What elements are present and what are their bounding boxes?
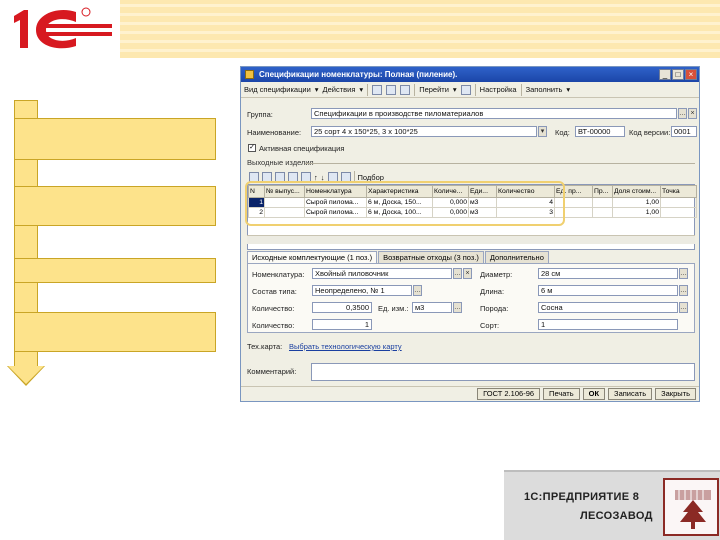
specification-window: Спецификации номенклатуры: Полная (пилен… — [240, 66, 700, 402]
nomenclature-field[interactable]: Хвойный пиловочник — [312, 268, 452, 279]
quantity-field[interactable]: 0,3500 — [312, 302, 372, 313]
length-field[interactable]: 6 м — [538, 285, 678, 296]
table-scrollbar[interactable] — [247, 235, 695, 244]
window-title: Спецификации номенклатуры: Полная (пилен… — [259, 70, 458, 79]
group-label: Группа: — [247, 110, 273, 119]
composition-label: Состав типа: — [252, 287, 297, 296]
sawmill-emblem-icon — [663, 478, 719, 536]
print-button[interactable]: Печать — [543, 388, 580, 400]
maximize-button[interactable]: □ — [672, 69, 684, 80]
nomenclature-select-button[interactable]: … — [453, 268, 462, 279]
unit-field[interactable]: м3 — [412, 302, 452, 313]
composition-field[interactable]: Неопределено, № 1 — [312, 285, 412, 296]
excel-icon[interactable] — [386, 84, 397, 95]
comment-field[interactable] — [311, 363, 695, 381]
process-step-1 — [14, 118, 216, 160]
diameter-select-button[interactable]: … — [679, 268, 688, 279]
quantity-label: Количество: — [252, 304, 295, 313]
close-button[interactable]: Закрыть — [655, 388, 696, 400]
column-header[interactable]: Пр... — [592, 185, 613, 198]
ok-button[interactable]: ОК — [582, 388, 606, 400]
group-select-button[interactable]: … — [678, 108, 687, 119]
gost-button[interactable]: ГОСТ 2.106-96 — [477, 388, 541, 400]
diameter-field[interactable]: 28 см — [538, 268, 678, 279]
length-label: Длина: — [480, 287, 505, 296]
minimize-button[interactable]: _ — [659, 69, 671, 80]
active-spec-checkbox[interactable]: ✓ — [248, 144, 256, 152]
species-field[interactable]: Сосна — [538, 302, 678, 313]
window-titlebar: Спецификации номенклатуры: Полная (пилен… — [241, 67, 699, 82]
name-dropdown-button[interactable]: ▾ — [538, 126, 547, 137]
nomenclature-label: Номенклатура: — [252, 270, 305, 279]
grade-label: Сорт: — [480, 321, 500, 330]
spec-kind-menu[interactable]: Вид спецификации — [244, 85, 311, 94]
output-section-title: Выходные изделия — [247, 158, 314, 167]
settings-button[interactable]: Настройка — [480, 85, 517, 94]
count-label: Количество: — [252, 321, 295, 330]
group-field[interactable]: Спецификации в производстве пиломатериал… — [311, 108, 677, 119]
footer-subtitle: ЛЕСОЗАВОД — [580, 510, 653, 522]
save-button[interactable]: Записать — [608, 388, 653, 400]
app-icon — [245, 70, 254, 79]
comment-label: Комментарий: — [247, 367, 297, 376]
version-code-label: Код версии: — [629, 128, 671, 137]
name-label: Наименование: — [247, 128, 302, 137]
process-step-2 — [14, 186, 216, 226]
unit-select-button[interactable]: … — [453, 302, 462, 313]
process-step-4 — [14, 312, 216, 352]
goto-menu[interactable]: Перейти — [419, 85, 449, 94]
count-field[interactable]: 1 — [312, 319, 372, 330]
header-stripe — [120, 0, 720, 58]
column-header[interactable]: Доля стоим... — [612, 185, 661, 198]
actions-menu[interactable]: Действия — [323, 85, 356, 94]
name-field[interactable]: 25 сорт 4 х 150*25, 3 х 100*25 — [311, 126, 537, 137]
table-cell[interactable] — [592, 197, 613, 208]
version-code-field[interactable]: 0001 — [671, 126, 697, 137]
table-cell[interactable] — [660, 207, 697, 218]
group-clear-button[interactable]: × — [688, 108, 697, 119]
window-toolbar: Вид спецификации ▾ Действия ▾ Перейти ▾ Нас… — [241, 82, 699, 98]
species-label: Порода: — [480, 304, 509, 313]
composition-select-button[interactable]: … — [413, 285, 422, 296]
tech-map-link[interactable]: Выбрать технологическую карту — [289, 342, 402, 351]
diameter-label: Диаметр: — [480, 270, 513, 279]
length-select-button[interactable]: … — [679, 285, 688, 296]
active-spec-label: Активная спецификация — [259, 144, 345, 153]
components-panel: Номенклатура: Хвойный пиловочник … × Сос… — [247, 263, 695, 333]
code-label: Код: — [555, 128, 570, 137]
table-cell[interactable]: 1,00 — [612, 197, 661, 208]
unit-label: Ед. изм.: — [378, 304, 409, 313]
close-icon[interactable]: × — [685, 69, 697, 80]
structure-icon[interactable] — [400, 84, 411, 95]
1c-logo — [6, 4, 114, 54]
footer-title: 1С:ПРЕДПРИЯТИЕ 8 — [524, 491, 640, 503]
species-select-button[interactable]: … — [679, 302, 688, 313]
tech-map-label: Тех.карта: — [247, 342, 283, 351]
nomenclature-clear-button[interactable]: × — [463, 268, 472, 279]
window-buttons: ГОСТ 2.106-96 Печать ОК Записать Закрыть — [241, 386, 699, 401]
save-icon[interactable] — [372, 84, 383, 95]
table-cell[interactable]: 1,00 — [612, 207, 661, 218]
process-step-3 — [14, 258, 216, 283]
fill-menu[interactable]: Заполнить — [526, 85, 563, 94]
column-header[interactable]: Точка — [660, 185, 697, 198]
table-cell[interactable] — [660, 197, 697, 208]
selection-highlight — [245, 181, 565, 226]
grade-field[interactable]: 1 — [538, 319, 678, 330]
code-field[interactable]: ВТ-00000 — [575, 126, 625, 137]
help-icon[interactable] — [460, 84, 471, 95]
table-cell[interactable] — [592, 207, 613, 218]
